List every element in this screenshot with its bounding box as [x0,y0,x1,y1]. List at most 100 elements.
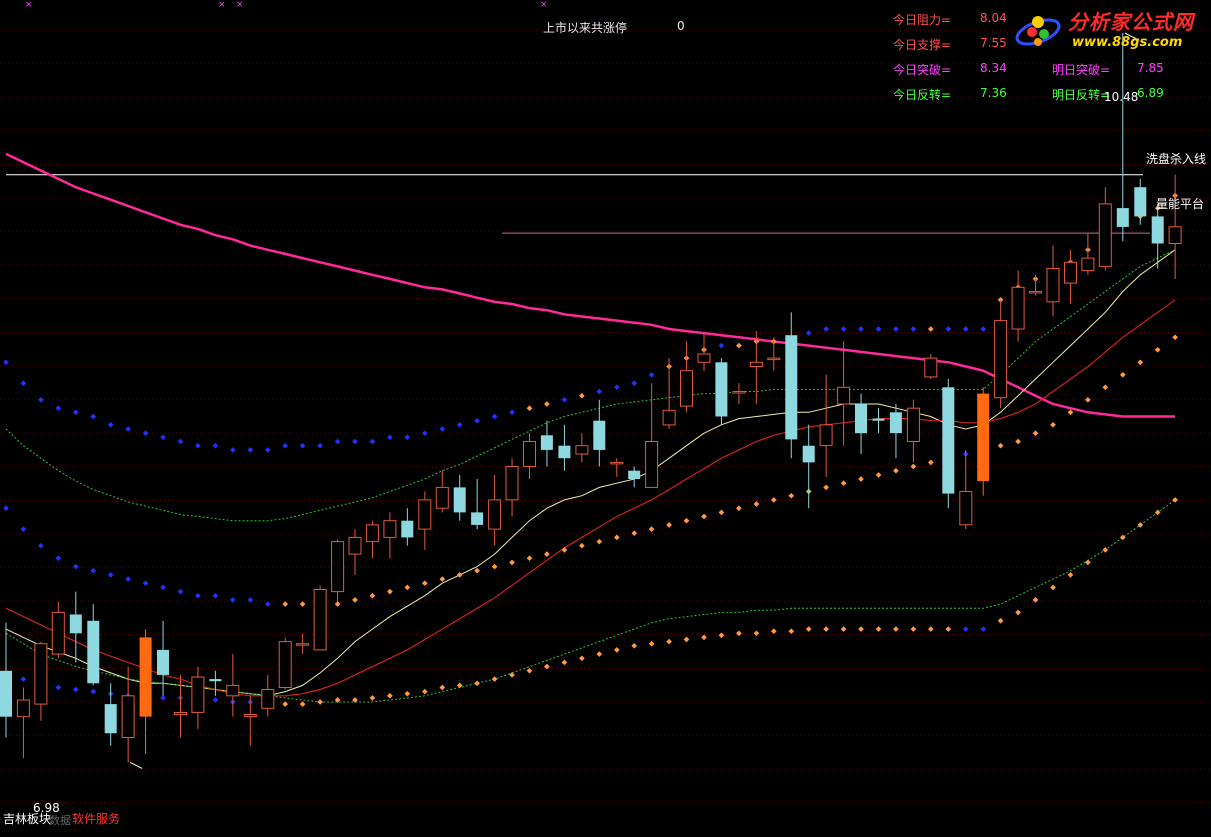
candle-up [348,536,362,555]
lower-signal-dot [1102,384,1109,391]
lower-signal-dot [753,501,760,507]
bottom-signal-dot [1085,559,1091,566]
upper-signal-dot [282,442,289,449]
candle-up [278,641,292,688]
candle-up [1046,268,1060,303]
lower-signal-dot [334,601,341,607]
candle-down [157,649,169,675]
candle-up [488,499,502,530]
bottom-signal-dot [369,695,376,701]
upper-signal-dot [526,405,533,412]
candle-up [313,589,327,651]
upper-signal-dot [579,392,585,399]
candle-up [365,524,379,543]
candle-up [121,695,135,738]
sector-label[interactable]: 吉林板块 [3,810,51,827]
lower-signal-dot [893,467,899,474]
candle-down [889,412,902,434]
bottom-signal-dot [805,626,812,632]
upper-signal-dot [596,388,603,395]
today-reversal-label: 今日反转= [893,88,952,102]
lower-signal-dot [840,480,847,487]
upper-signal-dot [299,442,306,449]
upper-signal-dot [247,447,254,453]
signal-dots [3,192,1178,707]
candle-big-up [139,637,152,717]
candle-up [645,441,659,488]
top-marker: × [218,0,226,10]
bottom-signal-dot [20,676,27,682]
bottom-signal-dot [596,651,603,657]
lower-signal-dot [247,597,254,603]
lower-signal-dot [648,526,655,532]
tomorrow-reversal-label: 明日反转= [1052,88,1111,102]
limit-up-value: 0 [677,19,685,33]
site-logo[interactable]: 分析家公式网 www.88gs.com [1010,2,1210,58]
chart-grid [0,29,1211,804]
bottom-signal-dot [858,626,864,632]
lower-signal-dot [683,517,690,524]
bottom-signal-dot [439,684,446,691]
min-price-pointer [129,762,143,769]
today-support-label: 今日支撑= [893,38,952,52]
upper-signal-dot [142,430,149,437]
upper-signal-dot [613,384,620,391]
candle-down [1151,216,1164,244]
bottom-signal-dot [893,626,899,632]
candle-down [1116,208,1129,227]
candle-up [383,520,397,538]
candle-up [1168,226,1182,245]
lower-signal-dot [1032,430,1039,437]
candle-down [715,362,728,417]
lower-signal-dot [3,505,9,512]
price-chart[interactable]: × × × × [0,0,1211,837]
candle-up [732,391,746,394]
candle-up [243,714,257,718]
candle-down [872,418,885,421]
candle-up [226,684,240,697]
candle-up [837,386,851,405]
tomorrow-breakout-label: 明日突破= [1052,63,1111,77]
upper-signal-dot [736,342,742,349]
bottom-signal-dot [387,692,393,699]
candle-up [261,689,275,709]
lower-signal-dot [439,576,446,582]
upper-signal-dot [491,413,498,420]
candle-up [418,499,432,530]
upper-signal-dot [107,421,114,428]
top-marker: × [540,0,548,10]
lower-signal-dot [352,597,358,603]
lower-signal-dot [177,588,184,595]
bottom-signal-dot [613,647,620,653]
lower-signal-dot [526,555,533,562]
lower-signal-dot [1137,359,1144,366]
software-service-label[interactable]: 软件服务 [72,810,120,827]
lower-signal-dot [38,542,44,549]
lower-signal-dot [858,476,864,482]
candle-down [1134,187,1147,217]
candle-up [662,409,676,426]
candle-up [749,361,763,367]
lower-signal-dot [142,580,149,587]
bottom-signal-dot [491,676,498,682]
bottom-signal-dot [55,684,62,691]
bottom-signal-dot [997,617,1004,624]
lower-signal-dot [160,584,166,591]
bottom-signal-dot [509,672,515,678]
candle-up [174,712,187,716]
candle-down [0,670,12,717]
upper-signal-dot [805,330,812,336]
candle-down [628,470,641,479]
candle-down [87,620,100,684]
bottom-signal-dot [90,688,97,695]
today-breakout-label: 今日突破= [893,63,952,77]
lower-signal-dot [823,484,829,491]
bottom-signal-dot [631,642,638,649]
candle-up [505,466,519,501]
upper-signal-dot [3,359,9,366]
top-marker: × [25,0,33,10]
lower-signal-dot [55,555,62,562]
lower-signal-dot [369,592,376,599]
lower-signal-dot [404,584,411,591]
bottom-signal-dot [1102,547,1109,553]
